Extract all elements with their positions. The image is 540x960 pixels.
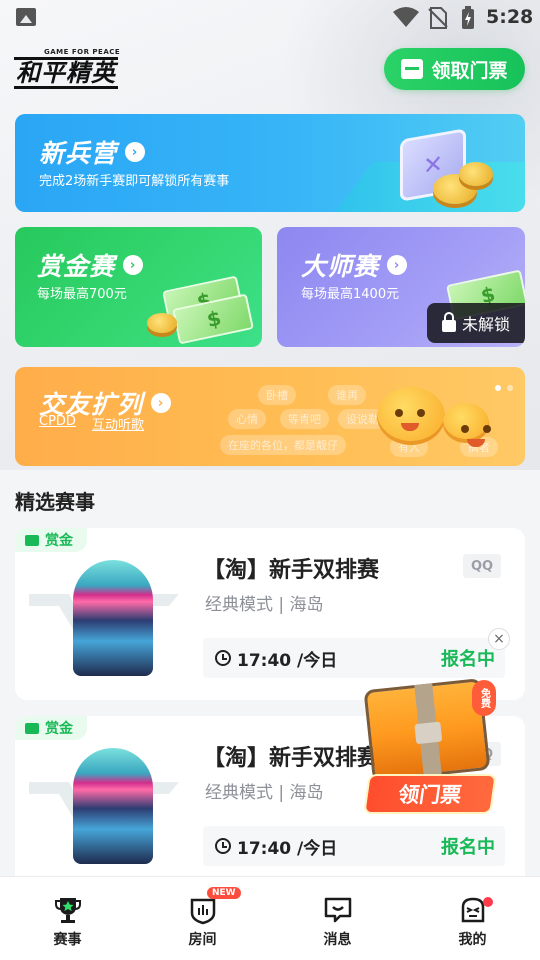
ticket-icon [25, 722, 39, 734]
bounty-title: 赏金赛 › [37, 247, 144, 283]
chat-bubble: 在座的各位，都是靓仔 [220, 435, 346, 455]
match-mode: 经典模式 | 海岛 [205, 783, 324, 803]
status-bar: 5:28 [0, 0, 540, 36]
logo-tagline: GAME FOR PEACE [44, 48, 121, 56]
logo-title: 和平精英 [14, 57, 118, 89]
notification-dot [483, 897, 493, 907]
status-time: 5:28 [486, 6, 534, 28]
chat-bubble: 谁再 [328, 385, 366, 405]
ticket-icon [401, 59, 424, 79]
master-card[interactable]: 大师赛 › 每场最高1400元 未解锁 [277, 227, 525, 347]
tab-messages[interactable]: 消息 [270, 877, 405, 960]
recruit-subtitle: 完成2场新手赛即可解锁所有赛事 [39, 174, 230, 189]
bounty-subtitle: 每场最高700元 [37, 287, 127, 302]
wifi-icon [393, 7, 419, 27]
bounty-badge: 赏金 [15, 528, 87, 552]
chat-bubble: 心情 [228, 409, 266, 429]
no-sim-icon [428, 7, 448, 29]
carousel-dot [507, 385, 513, 391]
tab-label: 赛事 [53, 932, 82, 948]
new-badge: NEW [207, 887, 241, 899]
match-title: 【淘】新手双排赛 [203, 746, 380, 771]
match-status[interactable]: 报名中 [441, 833, 495, 859]
trophy-icon [54, 898, 81, 923]
tab-label: 房间 [188, 932, 217, 948]
match-mode: 经典模式 | 海岛 [205, 595, 324, 615]
claim-ticket-label: 领取门票 [431, 59, 508, 82]
tab-profile[interactable]: 我的 [405, 877, 540, 960]
chevron-right-icon: › [387, 255, 408, 275]
free-tag: 免费 [472, 680, 496, 716]
bounty-card[interactable]: 赏金赛 › 每场最高700元 [15, 227, 262, 347]
match-time: 17:40 /今日 [237, 838, 338, 859]
match-time: 17:40 /今日 [237, 650, 338, 671]
ticket-promo[interactable]: × 免费 领门票 [354, 628, 516, 818]
character-figure [73, 560, 153, 676]
close-icon[interactable]: × [488, 628, 510, 650]
character-figure [73, 748, 153, 864]
platform-tag: QQ [463, 554, 501, 578]
tab-rooms[interactable]: NEW 房间 [135, 877, 270, 960]
chevron-right-icon: › [151, 393, 172, 413]
match-info-bar: 17:40 /今日 报名中 [203, 826, 505, 866]
social-links: CPDD 互动听歌 [39, 414, 144, 433]
tab-events[interactable]: 赛事 [0, 877, 135, 960]
lock-icon [441, 312, 456, 332]
recruit-card[interactable]: 新兵营 › 完成2场新手赛即可解锁所有赛事 [15, 114, 525, 212]
carousel-dots [495, 385, 513, 391]
carousel-dot [495, 385, 501, 391]
claim-ticket-promo-button[interactable]: 领门票 [363, 774, 497, 814]
character-image [29, 744, 199, 866]
message-icon [324, 897, 351, 923]
coins-icon [147, 313, 177, 333]
bounty-badge: 赏金 [15, 716, 87, 740]
section-title: 精选赛事 [15, 490, 95, 514]
claim-ticket-button[interactable]: 领取门票 [384, 48, 525, 90]
ticket-icon [25, 534, 39, 546]
chevron-right-icon: › [123, 255, 144, 275]
game-logo: GAME FOR PEACE 和平精英 [14, 48, 136, 90]
clock-icon [215, 838, 231, 854]
clock-icon [215, 650, 231, 666]
coins-icon [459, 162, 493, 186]
match-title: 【淘】新手双排赛 [203, 558, 380, 583]
music-link[interactable]: 互动听歌 [92, 414, 144, 433]
battery-charging-icon [462, 6, 474, 29]
chat-bubble: 等青吧 [280, 409, 329, 429]
chat-bubble: 卧槽 [258, 385, 296, 405]
bottom-tab-bar: 赛事 NEW 房间 消息 我的 [0, 876, 540, 960]
emoji-icon [443, 403, 489, 447]
gallery-icon [16, 8, 36, 26]
cpdd-link[interactable]: CPDD [39, 414, 76, 433]
locked-badge: 未解锁 [427, 303, 525, 343]
tab-label: 消息 [323, 932, 352, 948]
room-icon [190, 898, 215, 925]
character-image [29, 556, 199, 678]
chevron-right-icon: › [125, 142, 146, 162]
recruit-title: 新兵营 › [39, 134, 146, 170]
master-title: 大师赛 › [301, 247, 408, 283]
social-card[interactable]: 卧槽 谁再 心情 等青吧 设说勒 在座的各位，都是靓仔 有人 搞者 交友扩列 ›… [15, 367, 525, 466]
master-subtitle: 每场最高1400元 [301, 287, 400, 302]
tab-label: 我的 [458, 932, 487, 948]
emoji-icon [377, 387, 445, 445]
